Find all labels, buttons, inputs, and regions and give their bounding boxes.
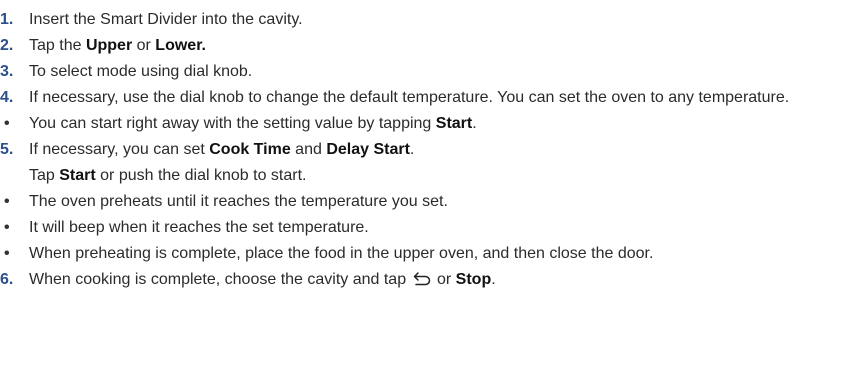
bullet-text-part: You can start right away with the settin… xyxy=(29,115,436,132)
step-text: If necessary, use the dial knob to chang… xyxy=(29,89,790,106)
bullet-text: When preheating is complete, place the f… xyxy=(29,245,654,262)
bullet-text-part: . xyxy=(472,115,477,132)
bullet: • xyxy=(4,219,10,236)
step-text-part: or xyxy=(432,271,456,288)
stop-label: Stop xyxy=(455,271,492,288)
step-text-part: Tap xyxy=(29,167,60,184)
start-label: Start xyxy=(435,115,473,132)
step-text-part: or xyxy=(132,37,156,54)
bullet: • xyxy=(4,193,10,210)
step-number: 3. xyxy=(0,63,14,80)
step-text-part: and xyxy=(290,141,327,158)
lower-label: Lower. xyxy=(155,37,206,54)
bullet: • xyxy=(4,245,10,262)
list-item: • It will beep when it reaches the set t… xyxy=(0,215,854,241)
list-item: • The oven preheats until it reaches the… xyxy=(0,189,854,215)
list-item: • You can start right away with the sett… xyxy=(0,111,854,137)
upper-label: Upper xyxy=(85,37,133,54)
step-text-part: . xyxy=(409,141,415,158)
step-text-second-line: Tap Start or push the dial knob to start… xyxy=(29,163,854,189)
step-text-part: . xyxy=(491,271,496,288)
step-5-bullets: • The oven preheats until it reaches the… xyxy=(0,189,854,267)
step-1: 1. Insert the Smart Divider into the cav… xyxy=(0,7,854,33)
step-number: 2. xyxy=(0,37,14,54)
step-text: When cooking is complete, choose the cav… xyxy=(29,271,496,288)
step-text: Tap the Upper or Lower. xyxy=(29,37,206,54)
back-arrow-icon xyxy=(413,270,431,296)
step-number: 1. xyxy=(0,11,14,28)
step-text: If necessary, you can set Cook Time and … xyxy=(29,141,414,158)
step-number: 6. xyxy=(0,271,14,288)
step-text: Insert the Smart Divider into the cavity… xyxy=(29,11,303,28)
step-3: 3. To select mode using dial knob. xyxy=(0,59,854,85)
step-number: 5. xyxy=(0,141,14,158)
instruction-list: 1. Insert the Smart Divider into the cav… xyxy=(0,0,854,390)
cook-time-label: Cook Time xyxy=(209,141,291,158)
delay-start-label: Delay Start xyxy=(326,141,410,158)
step-6: 6. When cooking is complete, choose the … xyxy=(0,267,854,296)
step-text: To select mode using dial knob. xyxy=(29,63,253,80)
bullet-text: The oven preheats until it reaches the t… xyxy=(29,193,448,210)
list-item: • When preheating is complete, place the… xyxy=(0,241,854,267)
step-2: 2. Tap the Upper or Lower. xyxy=(0,33,854,59)
step-4: 4. If necessary, use the dial knob to ch… xyxy=(0,85,854,111)
step-text-part: Tap the xyxy=(29,37,86,54)
step-5: 5. If necessary, you can set Cook Time a… xyxy=(0,137,854,189)
step-text-part: If necessary, you can set xyxy=(29,141,210,158)
bullet-text: It will beep when it reaches the set tem… xyxy=(29,219,369,236)
step-number: 4. xyxy=(0,89,14,106)
bullet: • xyxy=(4,115,10,132)
start-label: Start xyxy=(59,167,96,184)
step-text-part: When cooking is complete, choose the cav… xyxy=(29,271,411,288)
step-text-part: or push the dial knob to start. xyxy=(95,167,307,184)
step-4-bullets: • You can start right away with the sett… xyxy=(0,111,854,137)
